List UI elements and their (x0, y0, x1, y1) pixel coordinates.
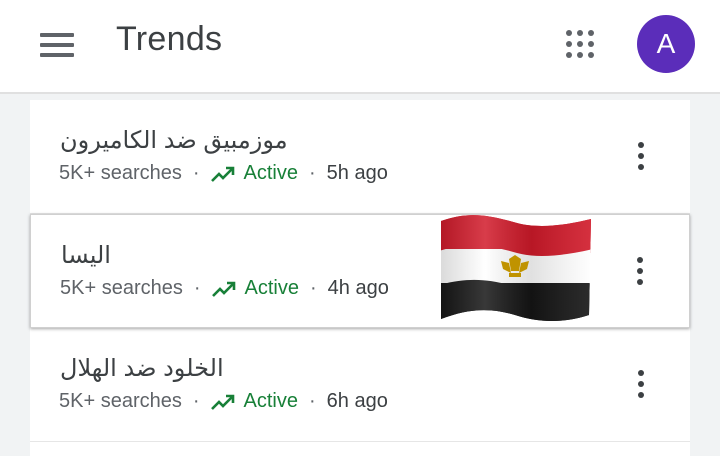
separator-dot: · (192, 390, 200, 412)
next-card-edge (30, 442, 690, 456)
menu-line (40, 33, 74, 37)
trend-meta: 5K+ searches · Active · 5h ago (59, 162, 388, 185)
time-label: 4h ago (327, 277, 389, 299)
status-label: Active (244, 277, 299, 299)
separator-dot: · (193, 277, 201, 299)
trending-up-icon (210, 166, 234, 182)
more-options-icon[interactable] (636, 368, 646, 400)
search-count: 5K+ searches (60, 277, 183, 299)
status-label: Active (243, 390, 298, 412)
trend-meta: 5K+ searches · Active · 4h ago (60, 277, 389, 300)
separator-dot: · (310, 277, 317, 299)
trend-card[interactable]: الخلود ضد الهلال 5K+ searches · Active ·… (30, 328, 690, 442)
trend-title: الخلود ضد الهلال (60, 355, 224, 382)
menu-line (40, 53, 74, 57)
trend-title: موزمبيق ضد الكاميرون (60, 127, 288, 154)
menu-line (40, 43, 74, 47)
time-label: 6h ago (326, 390, 388, 412)
separator-dot: · (309, 390, 316, 412)
more-options-icon[interactable] (636, 140, 646, 172)
more-options-icon[interactable] (635, 255, 645, 287)
app-bar: Trends A (0, 0, 720, 94)
search-count: 5K+ searches (59, 162, 182, 184)
trend-card[interactable]: موزمبيق ضد الكاميرون 5K+ searches · Acti… (30, 100, 690, 214)
time-label: 5h ago (326, 162, 388, 184)
search-count: 5K+ searches (59, 390, 182, 412)
page-title: Trends (116, 20, 223, 58)
separator-dot: · (192, 162, 200, 184)
avatar[interactable]: A (637, 15, 695, 73)
trend-title: اليسا (61, 242, 111, 269)
separator-dot: · (309, 162, 316, 184)
trending-up-icon (211, 281, 235, 297)
egypt-flag-image (441, 215, 591, 322)
menu-icon[interactable] (38, 28, 78, 64)
trends-list: موزمبيق ضد الكاميرون 5K+ searches · Acti… (30, 100, 690, 456)
trend-meta: 5K+ searches · Active · 6h ago (59, 390, 388, 413)
status-label: Active (243, 162, 298, 184)
apps-grid-icon[interactable] (562, 26, 598, 62)
trending-up-icon (210, 394, 234, 410)
trend-card[interactable]: اليسا 5K+ searches · Active · 4h ago (30, 214, 690, 328)
